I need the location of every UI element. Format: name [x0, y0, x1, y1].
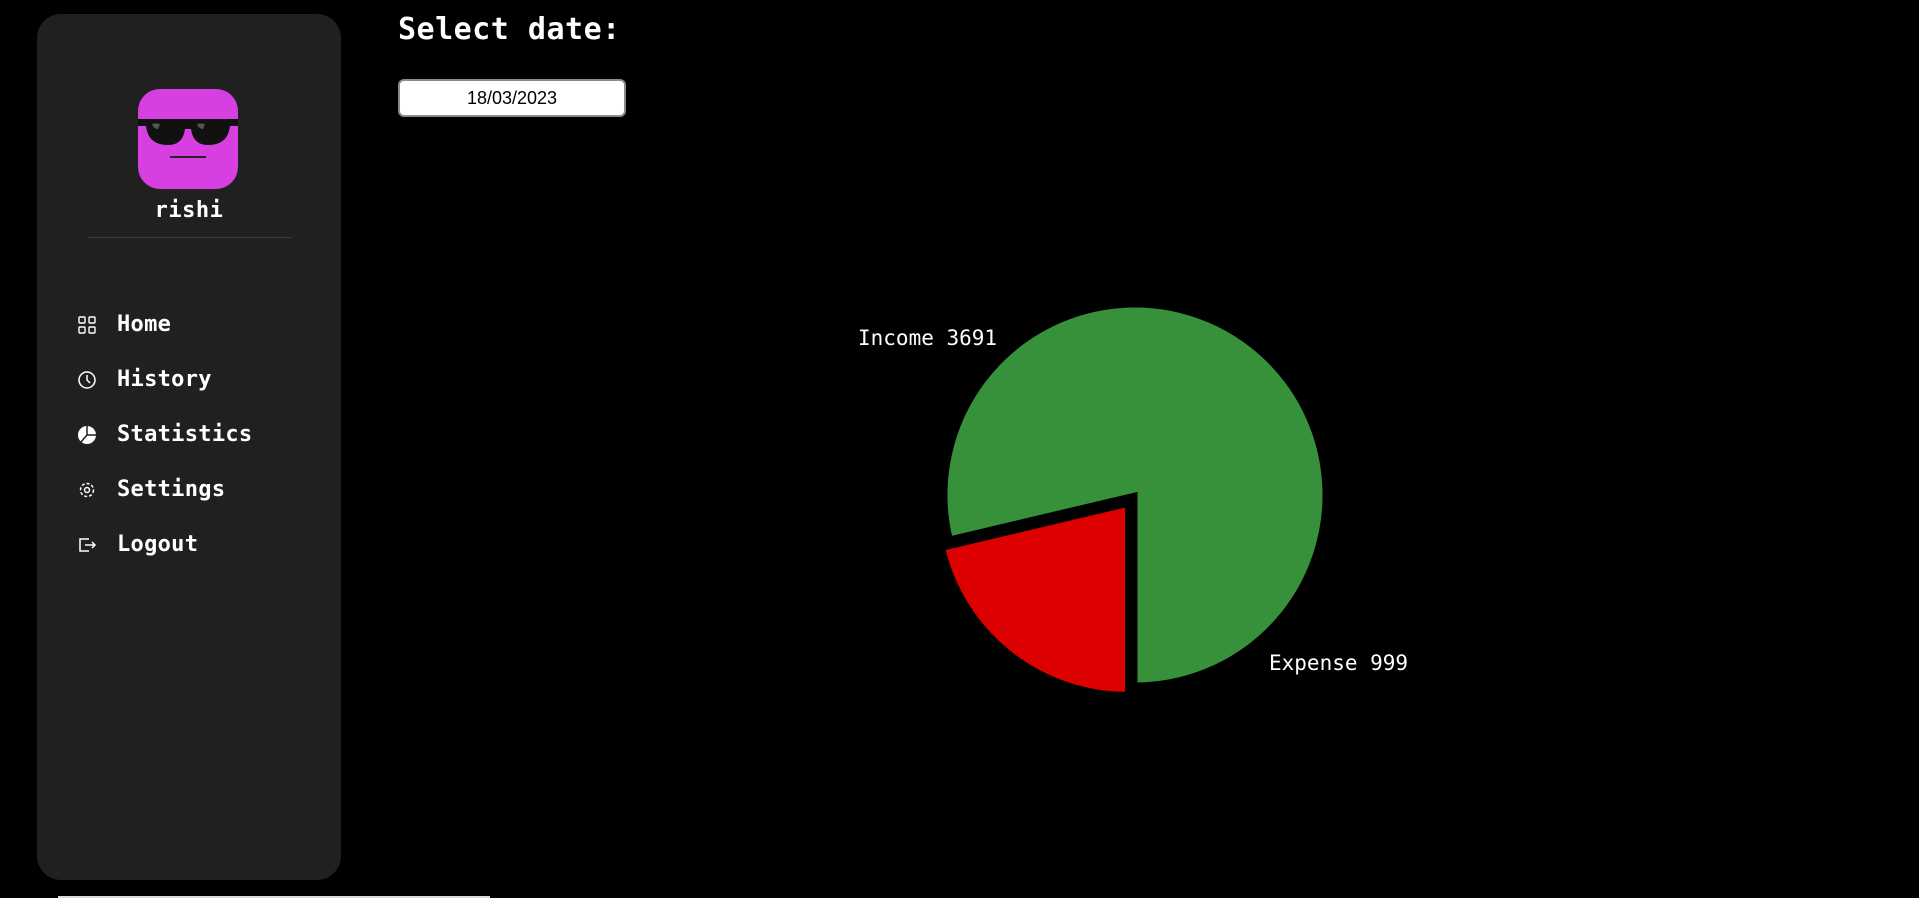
- income-expense-pie-chart: Income 3691 Expense 999: [858, 302, 1408, 697]
- pie-label-income: Income 3691: [858, 326, 997, 350]
- pie-label-expense: Expense 999: [1269, 651, 1408, 675]
